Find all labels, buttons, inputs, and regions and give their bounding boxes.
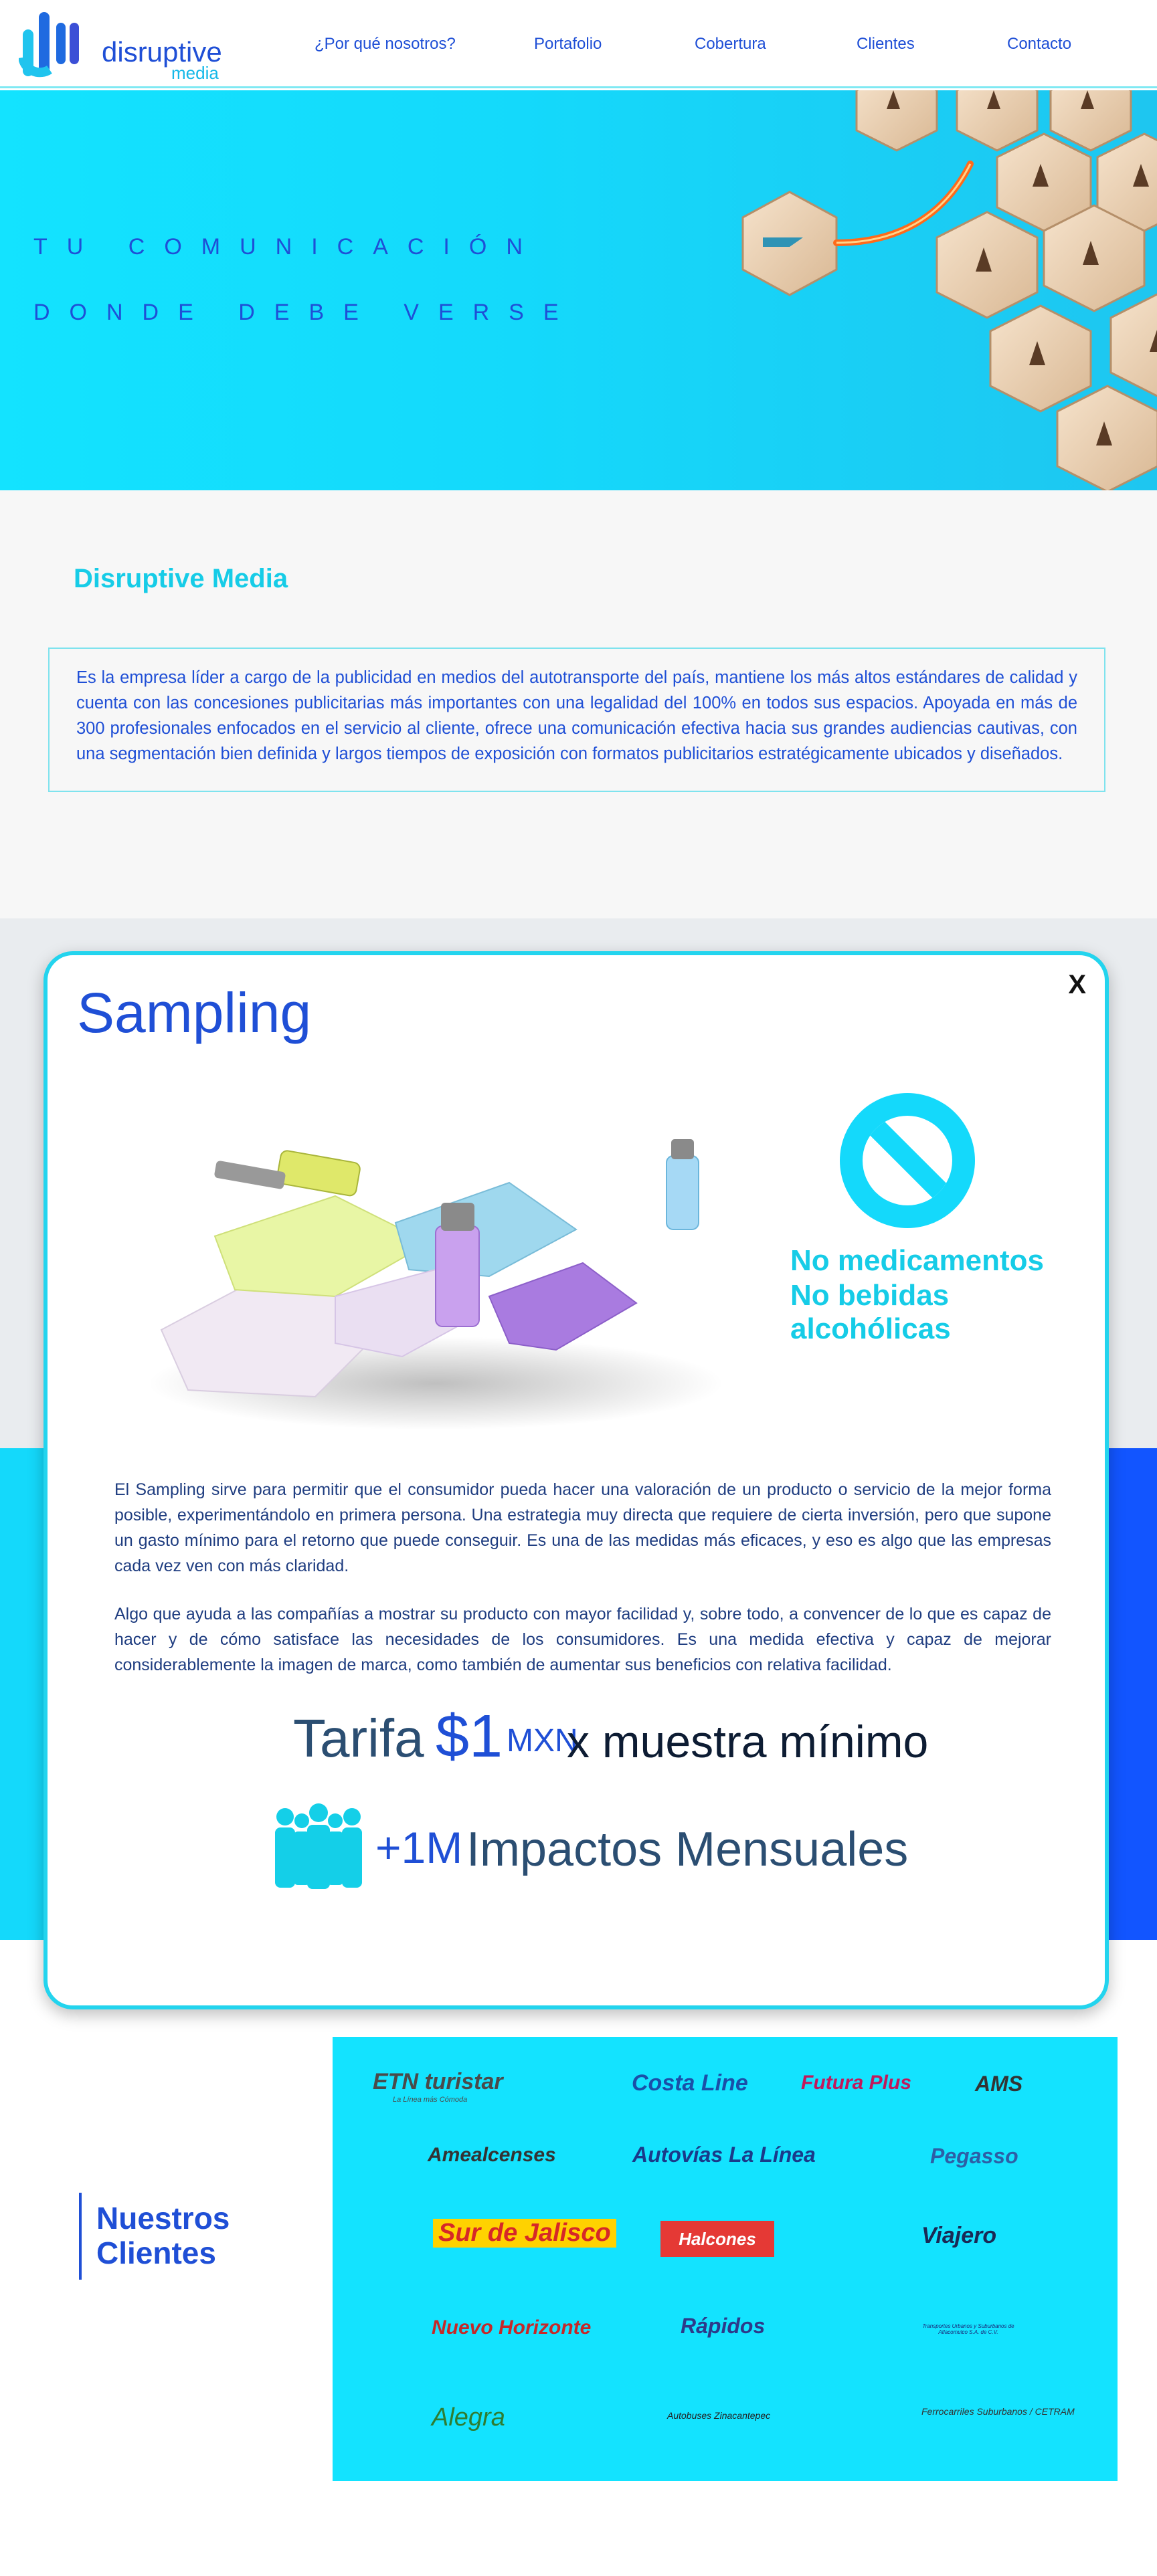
clients-title-accent [79, 2193, 82, 2280]
clients-logo-grid: ETN turistar La Línea más Cómoda Costa L… [333, 2037, 1118, 2481]
client-logo-etn-tagline: La Línea más Cómoda [393, 2096, 468, 2104]
intro-section: Disruptive Media Es la empresa líder a c… [0, 490, 1157, 918]
impacts-number: +1M [375, 1823, 463, 1872]
nav-cobertura[interactable]: Cobertura [695, 35, 766, 54]
sampling-products-image [148, 1139, 723, 1430]
client-logo-amealcenses[interactable]: Amealcenses [428, 2144, 556, 2167]
tarifa-label: Tarifa [293, 1708, 424, 1768]
client-logo-ams[interactable]: AMS [975, 2072, 1022, 2096]
client-logo-viajero[interactable]: Viajero [921, 2223, 996, 2249]
impacts-label: Impactos Mensuales [466, 1823, 909, 1876]
client-logo-etn[interactable]: ETN turistar [373, 2069, 503, 2095]
hero-headline-line1: TU COMUNICACIÓN [33, 234, 542, 260]
client-logo-rapidos[interactable]: Rápidos [681, 2314, 765, 2339]
close-modal-button[interactable]: X [1068, 970, 1086, 1000]
client-logo-halcones[interactable]: Halcones [660, 2221, 774, 2257]
rocket-hexagons-image [741, 90, 1157, 490]
client-logo-sur-de-jalisco[interactable]: Sur de Jalisco [433, 2219, 616, 2248]
client-logo-pegasso[interactable]: Pegasso [930, 2144, 1018, 2169]
client-logo-alegra[interactable]: Alegra [432, 2403, 505, 2432]
sampling-modal: X Sampling No medicamentos No bebidas al… [43, 951, 1109, 2009]
client-logo-ferrocarriles-suburbanos[interactable]: Ferrocarriles Suburbanos / CETRAM [921, 2406, 1075, 2417]
page-root: { "header": { "logo": {"main": "disrupti… [0, 0, 1157, 2576]
hero-headline-line2: DONDE DEBE VERSE [33, 300, 578, 325]
logo-sub-text: media [171, 63, 219, 83]
site-header: disruptive media ¿Por qué nosotros? Port… [0, 0, 1157, 88]
nav-clientes[interactable]: Clientes [857, 35, 915, 54]
hero-banner: TU COMUNICACIÓN DONDE DEBE VERSE [0, 90, 1157, 490]
restriction-no-bebidas: No bebidas alcohólicas [790, 1279, 951, 1345]
nav-portafolio[interactable]: Portafolio [534, 35, 602, 54]
clients-title-line2: Clientes [96, 2236, 216, 2270]
client-logo-costa-line[interactable]: Costa Line [632, 2070, 748, 2096]
client-logo-autovias-la-linea[interactable]: Autovías La Línea [632, 2143, 816, 2167]
client-logo-autobuses-zinacantepec[interactable]: Autobuses Zinacantepec [667, 2410, 770, 2421]
clients-title: Nuestros Clientes [96, 2201, 230, 2270]
disruptive-media-logo[interactable]: disruptive media [19, 9, 240, 83]
client-logo-nuevo-horizonte[interactable]: Nuevo Horizonte [432, 2316, 591, 2339]
intro-title: Disruptive Media [74, 564, 288, 593]
prohibited-icon-inner [863, 1116, 952, 1205]
nav-contacto[interactable]: Contacto [1007, 35, 1071, 54]
intro-description: Es la empresa líder a cargo de la public… [48, 648, 1105, 792]
tarifa-price: $1 [436, 1703, 503, 1770]
restriction-no-medicamentos: No medicamentos [790, 1244, 1044, 1277]
sampling-paragraph-2: Algo que ayuda a las compañías a mostrar… [114, 1605, 1051, 1674]
client-logo-futura-plus[interactable]: Futura Plus [801, 2072, 911, 2094]
nav-por-que-nosotros[interactable]: ¿Por qué nosotros? [315, 35, 456, 54]
people-group-icon [275, 1803, 362, 1889]
modal-title: Sampling [77, 981, 312, 1044]
tarifa-rest: x muestra mínimo [567, 1716, 929, 1767]
clients-title-line1: Nuestros [96, 2201, 230, 2236]
sampling-paragraph-1: El Sampling sirve para permitir que el c… [114, 1480, 1051, 1575]
client-logo-transportes-urbanos[interactable]: Transportes Urbanos y Suburbanos de Atla… [908, 2323, 1029, 2335]
